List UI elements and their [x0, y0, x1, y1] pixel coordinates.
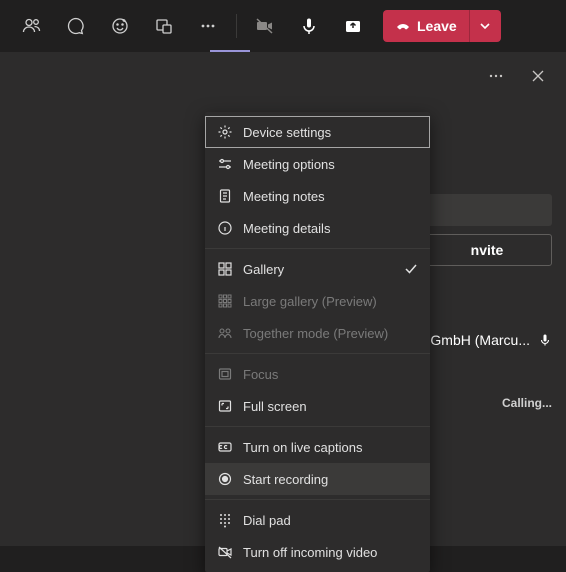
gear-icon — [217, 124, 233, 140]
share-invite-button[interactable]: nvite — [422, 234, 552, 266]
invite-label: nvite — [471, 242, 504, 258]
checkmark-icon — [404, 262, 418, 276]
calling-status: Calling... — [502, 396, 552, 410]
menu-live-captions[interactable]: Turn on live captions — [205, 431, 430, 463]
menu-large-gallery: Large gallery (Preview) — [205, 285, 430, 317]
participant-row[interactable]: GmbH (Marcu... — [430, 332, 552, 348]
menu-label: Meeting details — [243, 221, 330, 236]
record-icon — [217, 471, 233, 487]
share-icon[interactable] — [331, 4, 375, 48]
menu-label: Together mode (Preview) — [243, 326, 388, 341]
participants-icon[interactable] — [10, 4, 54, 48]
active-indicator — [210, 50, 250, 52]
dialpad-icon — [217, 512, 233, 528]
large-grid-icon — [217, 293, 233, 309]
menu-separator — [205, 248, 430, 249]
menu-focus: Focus — [205, 358, 430, 390]
microphone-icon[interactable] — [287, 4, 331, 48]
rooms-icon[interactable] — [142, 4, 186, 48]
camera-off-icon[interactable] — [243, 4, 287, 48]
menu-together-mode: Together mode (Preview) — [205, 317, 430, 349]
participant-name: GmbH (Marcu... — [430, 332, 530, 348]
menu-dial-pad[interactable]: Dial pad — [205, 504, 430, 536]
menu-label: Meeting options — [243, 157, 335, 172]
menu-separator — [205, 353, 430, 354]
leave-chevron[interactable] — [469, 10, 501, 42]
menu-meeting-details[interactable]: Meeting details — [205, 212, 430, 244]
fullscreen-icon — [217, 398, 233, 414]
leave-label: Leave — [417, 18, 457, 34]
panel-more-icon[interactable] — [482, 62, 510, 90]
sliders-icon — [217, 156, 233, 172]
meeting-toolbar: Leave — [0, 0, 566, 52]
more-actions-menu: Device settings Meeting options Meeting … — [205, 112, 430, 572]
menu-label: Gallery — [243, 262, 284, 277]
grid-icon — [217, 261, 233, 277]
menu-label: Device settings — [243, 125, 331, 140]
menu-label: Large gallery (Preview) — [243, 294, 377, 309]
menu-full-screen[interactable]: Full screen — [205, 390, 430, 422]
leave-button[interactable]: Leave — [383, 10, 469, 42]
menu-gallery[interactable]: Gallery — [205, 253, 430, 285]
reactions-icon[interactable] — [98, 4, 142, 48]
chat-icon[interactable] — [54, 4, 98, 48]
more-actions-icon[interactable] — [186, 4, 230, 48]
menu-label: Meeting notes — [243, 189, 325, 204]
menu-label: Turn on live captions — [243, 440, 362, 455]
menu-start-recording[interactable]: Start recording — [205, 463, 430, 495]
video-off-icon — [217, 544, 233, 560]
mic-icon — [538, 333, 552, 347]
notes-icon — [217, 188, 233, 204]
menu-separator — [205, 499, 430, 500]
menu-meeting-notes[interactable]: Meeting notes — [205, 180, 430, 212]
meeting-content: nvite GmbH (Marcu... Calling... Device s… — [0, 52, 566, 546]
together-icon — [217, 325, 233, 341]
menu-device-settings[interactable]: Device settings — [205, 116, 430, 148]
menu-label: Focus — [243, 367, 278, 382]
menu-label: Dial pad — [243, 513, 291, 528]
menu-meeting-options[interactable]: Meeting options — [205, 148, 430, 180]
panel-header — [482, 62, 552, 90]
menu-label: Full screen — [243, 399, 307, 414]
menu-label: Start recording — [243, 472, 328, 487]
menu-label: Turn off incoming video — [243, 545, 377, 560]
toolbar-divider — [236, 14, 237, 38]
leave-button-group: Leave — [383, 10, 501, 42]
search-input-stub[interactable] — [422, 194, 552, 226]
hangup-icon — [395, 18, 411, 34]
menu-turn-off-incoming-video[interactable]: Turn off incoming video — [205, 536, 430, 568]
focus-icon — [217, 366, 233, 382]
info-icon — [217, 220, 233, 236]
chevron-down-icon — [479, 20, 491, 32]
panel-close-icon[interactable] — [524, 62, 552, 90]
captions-icon — [217, 439, 233, 455]
menu-separator — [205, 426, 430, 427]
